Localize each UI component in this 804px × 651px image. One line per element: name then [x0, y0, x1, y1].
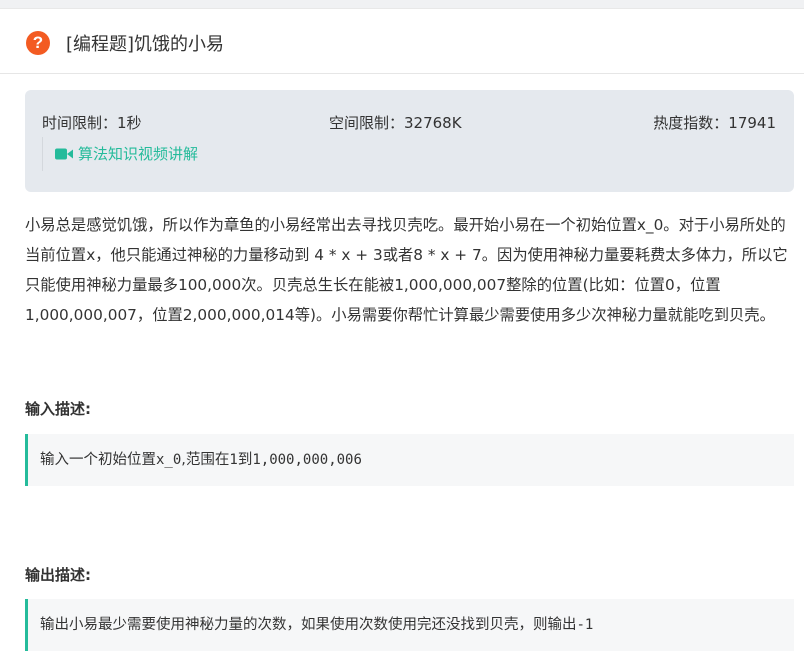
input-text-prefix: 输入一个初始位置	[40, 452, 156, 468]
input-description-block: 输入一个初始位置x_0,范围在1到1,000,000,006	[25, 434, 794, 486]
input-code-low: 1	[229, 452, 238, 468]
output-code-value: -1	[576, 617, 594, 633]
input-code-var: x_0	[156, 452, 182, 468]
problem-info-box: 时间限制：1秒 空间限制：32768K 热度指数：17941 算法知识视频讲解	[25, 90, 794, 192]
heat-index: 热度指数：17941	[653, 114, 776, 132]
question-icon: ?	[26, 31, 50, 55]
problem-description: 小易总是感觉饥饿，所以作为章鱼的小易经常出去寻找贝壳吃。最开始小易在一个初始位置…	[25, 216, 788, 324]
memory-limit: 空间限制：32768K	[329, 114, 462, 132]
video-link-label[interactable]: 算法知识视频讲解	[78, 143, 198, 164]
input-text-to: 到	[237, 452, 253, 468]
problem-title: [编程题]饥饿的小易	[66, 34, 225, 55]
video-explanation-link[interactable]: 算法知识视频讲解	[42, 137, 198, 171]
input-code-high: 1,000,000,006	[252, 452, 362, 468]
problem-header: ? [编程题]饥饿的小易	[0, 9, 804, 74]
output-description-heading: 输出描述:	[25, 566, 91, 584]
time-limit: 时间限制：1秒	[42, 114, 142, 132]
input-description-heading: 输入描述:	[25, 400, 91, 418]
video-camera-icon	[55, 148, 73, 159]
output-description-block: 输出小易最少需要使用神秘力量的次数，如果使用次数使用完还没找到贝壳，则输出-1	[25, 599, 794, 651]
output-text: 输出小易最少需要使用神秘力量的次数，如果使用次数使用完还没找到贝壳，则输出	[40, 617, 577, 633]
input-text-mid: ,范围在	[181, 452, 230, 468]
